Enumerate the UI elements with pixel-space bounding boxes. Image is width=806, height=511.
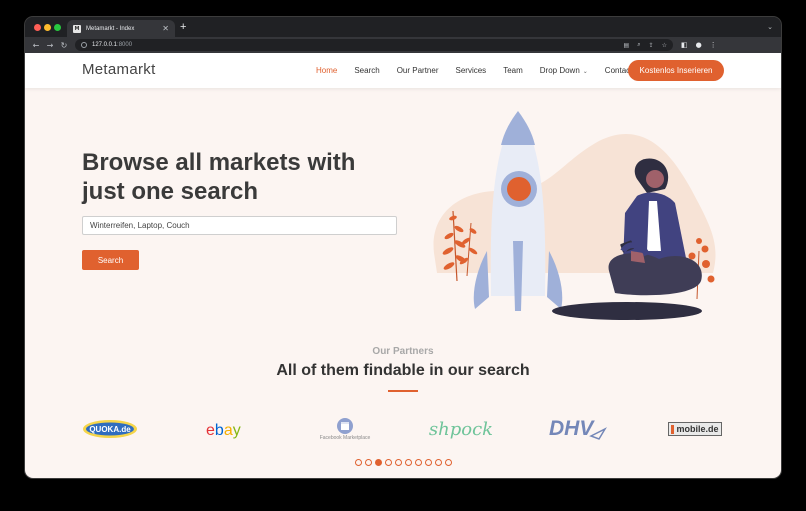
post-ad-button[interactable]: Kostenlos Inserieren	[628, 60, 724, 81]
hero-title: Browse all markets with just one search	[82, 149, 356, 205]
favicon-icon: M	[73, 25, 81, 33]
carousel-dot[interactable]	[434, 459, 442, 466]
carousel-dot[interactable]	[424, 459, 432, 466]
storefront-icon	[337, 417, 353, 434]
browser-toolbar: ← → ↻ 127.0.0.1:8000 ▤ ⌕ ⇪ ☆ ◧ ● ⋮	[25, 37, 781, 53]
translate-icon[interactable]: ▤	[624, 42, 630, 49]
partners-subtitle: Our Partners	[372, 346, 434, 357]
shadow-ellipse	[552, 302, 702, 320]
carousel-dot[interactable]	[374, 459, 382, 466]
nav-dropdown[interactable]: Drop Down ⌄	[540, 66, 588, 75]
address-bar[interactable]: 127.0.0.1:8000 ▤ ⌕ ⇪ ☆	[75, 39, 673, 51]
partner-logo-mobile-de[interactable]: mobile.de	[665, 415, 725, 443]
url-port: :8000	[117, 42, 133, 48]
more-menu-icon[interactable]: ⋮	[710, 41, 717, 49]
side-panel-icon[interactable]: ◧	[681, 41, 688, 49]
tab-strip: M Metamarkt - Index ✕ + ⌄	[25, 17, 781, 38]
share-icon[interactable]: ⇪	[649, 42, 654, 49]
new-tab-button[interactable]: +	[180, 21, 186, 33]
page-viewport: Metamarkt Home Search Our Partner Servic…	[25, 53, 781, 478]
reload-icon[interactable]: ↻	[57, 41, 71, 50]
tab-search-icon[interactable]: ⌄	[767, 23, 773, 31]
carousel-dot[interactable]	[364, 459, 372, 466]
browser-tab[interactable]: M Metamarkt - Index ✕	[67, 20, 175, 38]
minimize-window-button[interactable]	[44, 24, 51, 31]
partner-logo-ebay[interactable]: ebay	[203, 415, 253, 443]
partner-logo-shpock[interactable]: shpock	[428, 415, 494, 443]
carousel-dot[interactable]	[354, 459, 362, 466]
partner-logo-quoka[interactable]: QUOKA.de	[82, 415, 138, 443]
tab-title: Metamarkt - Index	[86, 26, 135, 32]
nav-home[interactable]: Home	[316, 66, 337, 75]
forward-icon[interactable]: →	[43, 41, 57, 50]
chevron-down-icon: ⌄	[582, 69, 588, 75]
mobile-de-accent	[671, 424, 675, 434]
url-host: 127.0.0.1	[92, 42, 118, 48]
carousel-dot[interactable]	[384, 459, 392, 466]
site-info-icon[interactable]	[81, 42, 87, 48]
carousel-dot[interactable]	[404, 459, 412, 466]
shpock-logo-text: shpock	[428, 418, 494, 440]
maximize-window-button[interactable]	[54, 24, 61, 31]
carousel-dot[interactable]	[444, 459, 452, 466]
search-button[interactable]: Search	[82, 250, 139, 270]
main-nav: Home Search Our Partner Services Team Dr…	[316, 66, 649, 75]
nav-team[interactable]: Team	[503, 66, 523, 75]
tab-close-icon[interactable]: ✕	[162, 25, 169, 33]
nav-our-partner[interactable]: Our Partner	[397, 66, 439, 75]
back-icon[interactable]: ←	[29, 41, 43, 50]
carousel-dot[interactable]	[414, 459, 422, 466]
profile-icon[interactable]: ●	[696, 41, 702, 49]
nav-search[interactable]: Search	[354, 66, 379, 75]
close-window-button[interactable]	[34, 24, 41, 31]
zoom-icon[interactable]: ⌕	[637, 41, 640, 49]
dhv-logo-text: DHV	[549, 417, 595, 440]
carousel-pagination	[25, 459, 781, 466]
nav-dropdown-label: Drop Down	[539, 66, 580, 75]
partner-logo-facebook-marketplace[interactable]: Facebook Marketplace	[310, 415, 380, 443]
facebook-marketplace-text: Facebook Marketplace	[319, 434, 371, 441]
carousel-dot[interactable]	[394, 459, 402, 466]
nav-services[interactable]: Services	[456, 66, 487, 75]
search-input[interactable]	[82, 216, 397, 235]
partners-title: All of them findable in our search	[276, 362, 530, 379]
browser-window: M Metamarkt - Index ✕ + ⌄ ← → ↻ 127.0.0.…	[25, 17, 781, 478]
site-header: Metamarkt Home Search Our Partner Servic…	[25, 53, 781, 88]
rocket-illustration	[433, 111, 716, 320]
partner-logo-dhv[interactable]: DHV	[547, 415, 609, 443]
bookmark-star-icon[interactable]: ☆	[662, 42, 667, 49]
ebay-logo-text: ebay	[206, 422, 241, 439]
url-text: 127.0.0.1:8000	[92, 42, 132, 48]
quoka-logo-text: QUOKA.de	[89, 425, 131, 434]
section-divider	[388, 390, 418, 392]
mobile-de-logo-text: mobile.de	[676, 424, 719, 434]
site-logo[interactable]: Metamarkt	[82, 61, 156, 78]
